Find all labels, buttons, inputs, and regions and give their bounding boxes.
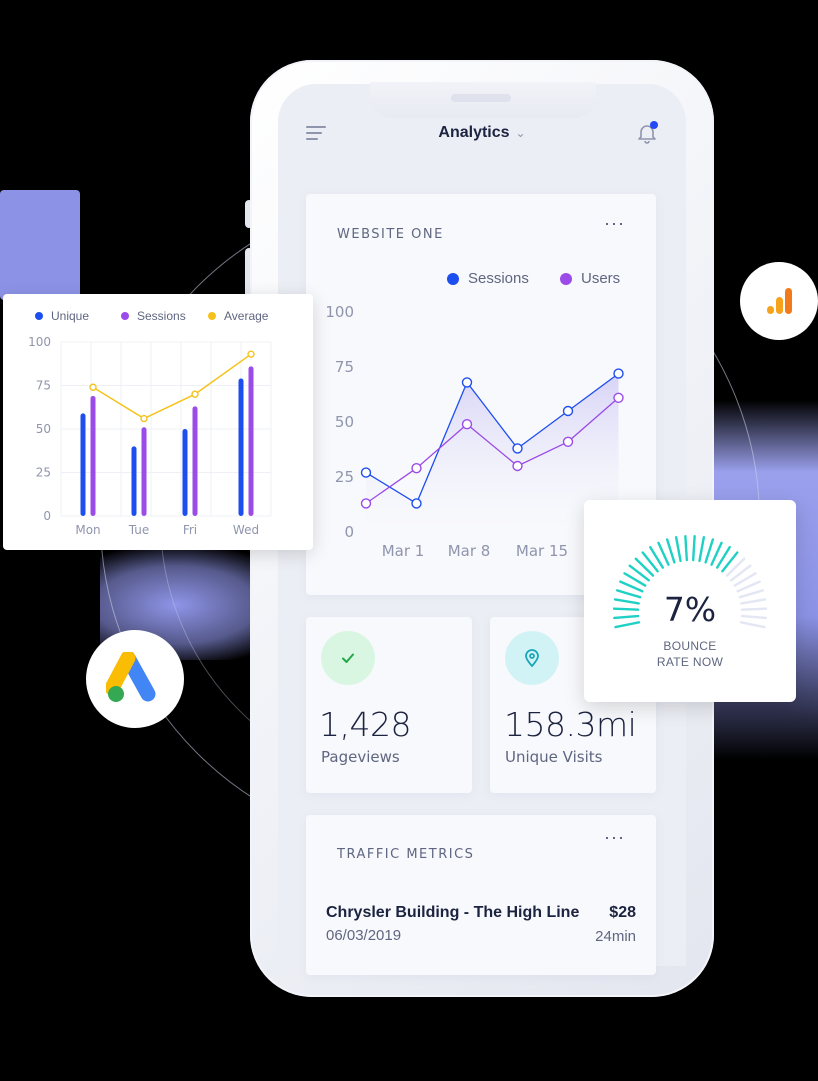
background-accent [0, 190, 80, 300]
data-point [613, 392, 624, 404]
page-title: Analytics [438, 124, 510, 141]
bar-sessions [192, 406, 198, 516]
bar-unique [80, 413, 86, 516]
data-point [191, 390, 199, 398]
website-card-title: WEBSITE ONE [337, 227, 444, 242]
data-point [360, 467, 372, 478]
analytics-dropdown[interactable]: Analytics ⌄ [420, 124, 544, 142]
legend-sessions: Sessions [121, 309, 186, 323]
menu-icon[interactable] [306, 126, 326, 140]
gauge-tick [698, 536, 706, 563]
unique-visits-value: 158.3mi [504, 705, 637, 744]
phone-speaker [451, 94, 511, 102]
more-options-button[interactable]: ··· [604, 828, 625, 846]
data-point [562, 405, 574, 417]
data-point [140, 414, 148, 423]
bar-sessions [90, 395, 96, 516]
pageviews-value: 1,428 [319, 705, 411, 744]
legend-users: Users [560, 270, 620, 287]
y-tick-label: 100 [28, 335, 51, 349]
bar-unique [131, 446, 137, 516]
x-tick-label: Mar 8 [448, 542, 491, 560]
location-pin-icon [505, 631, 559, 685]
data-point [613, 368, 624, 379]
legend-sessions: Sessions [447, 270, 529, 287]
x-tick-label: Mon [75, 523, 100, 537]
google-analytics-badge[interactable] [740, 262, 818, 340]
more-options-button[interactable]: ··· [604, 214, 625, 232]
google-ads-icon [106, 652, 156, 702]
legend-average: Average [208, 309, 268, 323]
bounce-rate-label: BOUNCE RATE NOW [584, 638, 796, 670]
traffic-route-name[interactable]: Chrysler Building - The High Line [326, 904, 579, 922]
bounce-label-line2: RATE NOW [656, 655, 724, 669]
legend-dot [121, 312, 129, 320]
data-point [411, 498, 422, 509]
unique-visits-label: Unique Visits [505, 748, 603, 766]
bounce-rate-value: 7% [663, 590, 717, 629]
legend-unique: Unique [35, 309, 89, 323]
data-point [512, 443, 523, 454]
legend-dot [447, 272, 459, 285]
legend-label: Average [224, 309, 269, 323]
data-point [411, 462, 422, 474]
gauge-tick [684, 534, 689, 562]
notification-badge [650, 121, 658, 129]
bar-unique [238, 378, 244, 516]
x-tick-label: Mar 1 [382, 542, 425, 560]
gauge-tick [674, 536, 682, 563]
legend-dot [35, 312, 43, 320]
y-tick-label: 75 [36, 379, 51, 393]
traffic-amount: $28 [609, 904, 636, 921]
data-point [89, 383, 97, 391]
series-line-average [92, 353, 252, 420]
pageviews-label: Pageviews [321, 748, 400, 766]
check-icon [321, 631, 375, 685]
bar-sessions [141, 427, 147, 516]
traffic-duration: 24min [595, 928, 636, 945]
chevron-down-icon: ⌄ [515, 126, 526, 140]
x-tick-label: Wed [233, 523, 259, 537]
legend-label: Sessions [137, 309, 186, 323]
bar-chart: 0 25 50 75 100 Mon Tue Fri Wed [28, 335, 272, 537]
y-tick-label: 50 [335, 413, 354, 431]
legend-label: Sessions [468, 270, 529, 287]
data-point [360, 498, 372, 509]
data-point [461, 418, 473, 430]
google-analytics-icon [767, 288, 792, 314]
y-tick-label: 0 [344, 523, 354, 541]
x-tick-label: Tue [128, 523, 150, 537]
gauge-tick [665, 538, 676, 564]
bar-sessions [248, 366, 254, 516]
bounce-label-line1: BOUNCE [663, 639, 717, 653]
traffic-date: 06/03/2019 [326, 927, 402, 944]
legend-label: Unique [51, 309, 90, 323]
y-tick-label: 25 [36, 466, 51, 480]
bar-unique [182, 429, 188, 516]
gauge-tick [691, 534, 696, 562]
traffic-card-title: TRAFFIC METRICS [337, 847, 475, 862]
legend-label: Users [581, 270, 621, 287]
y-tick-label: 50 [36, 422, 51, 436]
x-tick-label: Fri [183, 523, 197, 537]
google-ads-badge[interactable] [86, 630, 184, 728]
data-point [247, 350, 255, 358]
gauge-tick [704, 538, 715, 564]
y-tick-label: 25 [335, 468, 354, 486]
legend-dot [208, 312, 216, 320]
data-point [562, 436, 574, 448]
y-tick-label: 75 [335, 358, 354, 376]
series-area [366, 373, 619, 532]
y-tick-label: 100 [325, 303, 354, 321]
data-point [512, 460, 523, 472]
legend-dot [560, 272, 572, 285]
y-tick-label: 0 [43, 509, 51, 523]
data-point [461, 377, 473, 388]
x-tick-label: Mar 15 [516, 542, 568, 560]
